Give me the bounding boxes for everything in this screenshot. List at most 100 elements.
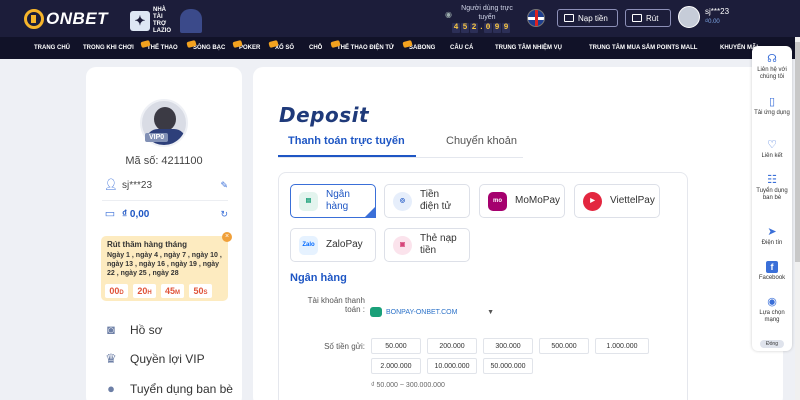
avatar <box>678 6 700 28</box>
sidebar-item-download[interactable]: ▯ Tải ứng dụng <box>752 96 792 117</box>
nav-item-slots[interactable]: CHỖ <box>309 45 322 51</box>
tab-online-payment[interactable]: Thanh toán trực tuyến <box>288 135 405 147</box>
nav-item-label: THỂ THAO ĐIỆN TỬ <box>337 45 394 51</box>
nav-item-poker[interactable]: POKER <box>232 39 260 51</box>
nav-item-label: SÒNG BẠC <box>193 45 226 51</box>
refresh-icon[interactable]: ↻ <box>220 209 228 220</box>
nav-item-in-play[interactable]: TRONG KHI CHƠI <box>83 45 134 51</box>
method-top-up-card[interactable]: ▣ Thẻ nạp tiền <box>384 228 470 262</box>
deposit-button[interactable]: Nạp tiền <box>557 9 618 27</box>
sidebar-item-network[interactable]: ◉ Lựa chọn mạng <box>752 296 792 324</box>
player-image <box>180 9 202 33</box>
menu-label: Quyền lợi VIP <box>130 352 205 366</box>
nav-item-fishing[interactable]: CÂU CÁ <box>450 45 473 51</box>
amount-option[interactable]: 50.000.000 <box>483 358 533 374</box>
scrollbar-thumb[interactable] <box>795 42 800 262</box>
monthly-draw-card[interactable]: × Rút thăm hàng tháng Ngày 1 , ngày 4 , … <box>101 232 232 301</box>
nav-item-casino[interactable]: SÒNG BẠC <box>186 39 226 51</box>
method-zalopay[interactable]: Zalo ZaloPay <box>290 228 376 262</box>
wallet-icon <box>632 14 642 22</box>
timer-hours: 20H <box>133 284 156 298</box>
counter-digit: 4 <box>452 23 460 33</box>
scrollbar[interactable] <box>795 37 800 400</box>
menu-profile[interactable]: ◙ Hồ sơ <box>104 321 163 339</box>
amount-option[interactable]: 10.000.000 <box>427 358 477 374</box>
sidebar-item-referral[interactable]: ☷ Tuyển dụng ban bè <box>752 174 792 202</box>
phone-icon: ▯ <box>768 96 776 108</box>
method-momo[interactable]: mo MoMoPay <box>479 184 565 218</box>
sidebar-item-facebook[interactable]: f Facebook <box>752 261 792 282</box>
promo-title: Rút thăm hàng tháng <box>107 240 187 249</box>
amount-option[interactable]: 200.000 <box>427 338 477 354</box>
close-icon[interactable]: × <box>222 232 232 242</box>
method-bank[interactable]: ▤ Ngân hàng <box>290 184 376 218</box>
method-label: ViettelPay <box>610 195 655 206</box>
nav-item-esports[interactable]: THỂ THAO ĐIỆN TỬ <box>330 39 394 51</box>
sidebar-label: Facebook <box>758 275 786 281</box>
tab-divider <box>278 157 523 158</box>
timer-minutes: 45M <box>161 284 184 298</box>
sidebar-close-button[interactable]: Đóng <box>760 340 784 348</box>
nav-item-home[interactable]: TRANG CHỦ <box>34 45 70 51</box>
amount-range: ₫ 50.000 ~ 300.000.000 <box>371 382 445 389</box>
nav-item-sabong[interactable]: SABONG <box>402 39 435 51</box>
tab-bank-transfer[interactable]: Chuyển khoản <box>446 135 517 147</box>
sidebar-label: Lựa chọn mạng <box>759 310 785 323</box>
viettelpay-icon: ▶ <box>583 191 602 211</box>
timer-seconds: 50S <box>189 284 212 298</box>
timer-value: 45 <box>164 286 175 296</box>
wallet-icon <box>564 14 574 22</box>
user-menu[interactable]: sj***23 ₫0.00 <box>678 6 729 28</box>
sidebar-item-link[interactable]: ♡ Liên kết <box>752 139 792 160</box>
signal-icon: ◉ <box>767 296 777 308</box>
counter-digit: . <box>479 23 484 32</box>
amount-option[interactable]: 1.000.000 <box>595 338 649 354</box>
deposit-button-label: Nạp tiền <box>578 13 608 23</box>
method-label: Thẻ nạp tiền <box>420 233 457 256</box>
method-label: MoMoPay <box>515 195 561 206</box>
partner-text: NHÀ TÀI TRỢ LAZIO <box>153 7 171 34</box>
main-nav: TRANG CHỦ TRONG KHI CHƠI THỂ THAO SÒNG B… <box>0 37 800 59</box>
timer-unit: H <box>147 290 152 296</box>
amount-option[interactable]: 300.000 <box>483 338 533 354</box>
users-icon: ☷ <box>767 174 777 186</box>
header-username: sj***23 <box>705 7 730 16</box>
timer-unit: S <box>203 290 208 296</box>
menu-vip-benefits[interactable]: ♛ Quyền lợi VIP <box>104 350 205 368</box>
zalopay-icon: Zalo <box>299 235 318 255</box>
divider <box>102 200 228 201</box>
onbet-logo[interactable]: ONBET <box>24 8 108 30</box>
withdraw-button-label: Rút <box>646 13 659 23</box>
headset-icon: ☊ <box>767 53 777 65</box>
nav-item-lottery[interactable]: XỔ SỐ <box>268 39 294 51</box>
logo-mark-icon <box>24 9 44 29</box>
balance-row: ▭ ₫ 0,00 ↻ <box>104 206 228 222</box>
amount-option[interactable]: 500.000 <box>539 338 589 354</box>
sidebar-item-telegram[interactable]: ➤ Điện tín <box>752 226 792 247</box>
method-label: Tiền điện tử <box>420 189 452 212</box>
nav-item-missions[interactable]: TRUNG TÂM NHIỆM VỤ <box>495 45 562 51</box>
telegram-icon: ➤ <box>767 226 777 238</box>
timer-unit: D <box>119 290 124 296</box>
account-label: Tài khoản thanh toán : <box>307 296 365 314</box>
nav-item-points-mall[interactable]: TRUNG TÂM MUA SẮM POINTS MALL <box>589 45 697 51</box>
page-title: Deposit <box>279 103 370 127</box>
uk-flag-icon[interactable] <box>527 9 545 27</box>
account-value: BONPAY-ONBET.COM <box>386 308 458 316</box>
sidebar-item-contact[interactable]: ☊ Liên hệ với chúng tôi <box>752 53 792 81</box>
amount-option[interactable]: 2.000.000 <box>371 358 421 374</box>
menu-label: Hồ sơ <box>130 323 163 337</box>
account-select[interactable]: BONPAY-ONBET.COM ▼ <box>370 305 494 319</box>
selected-check-icon <box>364 206 376 218</box>
edit-icon[interactable]: ✎ <box>220 180 228 191</box>
amount-option[interactable]: 50.000 <box>371 338 421 354</box>
header-balance: ₫0.00 <box>705 19 720 25</box>
method-crypto[interactable]: ◎ Tiền điện tử <box>384 184 470 218</box>
counter-digit: 0 <box>484 23 492 33</box>
nav-item-sports[interactable]: THỂ THAO <box>140 39 178 51</box>
method-label: Ngân hàng <box>326 189 350 212</box>
withdraw-button[interactable]: Rút <box>625 9 671 27</box>
lazio-eagle-icon: ✦ <box>130 11 150 31</box>
menu-referral[interactable]: ● Tuyển dụng ban bè <box>104 380 233 398</box>
method-viettelpay[interactable]: ▶ ViettelPay <box>574 184 660 218</box>
